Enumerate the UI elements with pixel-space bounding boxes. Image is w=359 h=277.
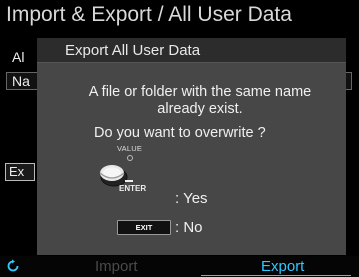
yes-option-text: : Yes — [175, 190, 208, 207]
page-title: Import & Export / All User Data — [6, 3, 292, 26]
dialog-message-line1: A file or folder with the same name — [88, 84, 312, 100]
no-option-text: : No — [175, 219, 203, 236]
value-knob-label: VALUE — [117, 144, 143, 153]
refresh-icon[interactable] — [6, 257, 20, 277]
dialog-question: Do you want to overwrite ? — [94, 125, 266, 141]
dialog-title: Export All User Data — [37, 38, 346, 63]
overwrite-confirm-dialog: Export All User Data A file or folder wi… — [37, 38, 346, 255]
tab-export[interactable]: Export — [261, 258, 304, 275]
background-row-all-label: Al — [12, 49, 25, 65]
enter-label: ENTER — [119, 184, 147, 193]
background-execute-button[interactable]: Ex — [5, 163, 35, 181]
active-tab-underline — [201, 275, 351, 276]
bottom-tab-bar: Import Export — [0, 256, 359, 277]
value-knob-control[interactable]: VALUE ENTER — [97, 144, 157, 198]
screen: Import & Export / All User Data Al Na Ex… — [0, 0, 359, 277]
tab-import[interactable]: Import — [95, 258, 138, 275]
enter-indicator-icon — [125, 180, 133, 182]
dialog-message-line2: already exist. — [157, 101, 243, 117]
exit-key-button[interactable]: EXIT — [117, 220, 171, 235]
